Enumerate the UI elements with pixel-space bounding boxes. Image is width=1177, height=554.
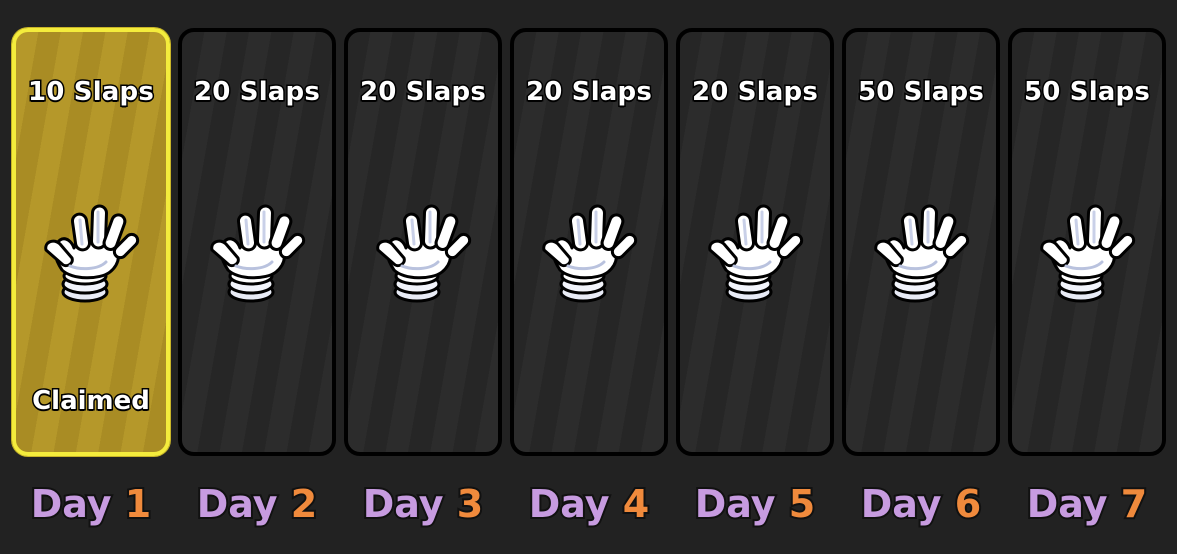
reward-card-day-6[interactable]: 50 Slaps [842,28,1000,456]
daily-rewards-row: 10 Slaps Claimed 20 Slaps 20 Slaps 20 Sl… [12,28,1168,460]
day-word: Day [859,480,944,528]
reward-amount: 20 Slaps [358,76,487,109]
day-word: Day [195,480,280,528]
reward-card-day-3[interactable]: 20 Slaps [344,28,502,456]
reward-card-day-4[interactable]: 20 Slaps [510,28,668,456]
day-label-6: Day 6 [842,474,1000,534]
day-label-2: Day 2 [178,474,336,534]
day-word: Day [693,480,778,528]
reward-card-day-1[interactable]: 10 Slaps Claimed [12,28,170,456]
day-number: 3 [455,480,486,528]
reward-card-day-7[interactable]: 50 Slaps [1008,28,1166,456]
day-word: Day [361,480,446,528]
day-number: 2 [289,480,320,528]
day-word: Day [1025,480,1110,528]
reward-card-day-5[interactable]: 20 Slaps [676,28,834,456]
reward-amount: 20 Slaps [690,76,819,109]
day-label-4: Day 4 [510,474,668,534]
day-number: 7 [1119,480,1150,528]
glove-icon [372,200,482,310]
glove-icon [206,200,316,310]
glove-icon [870,200,980,310]
reward-amount: 20 Slaps [192,76,321,109]
day-number: 4 [621,480,652,528]
day-number: 1 [123,480,154,528]
day-label-5: Day 5 [676,474,834,534]
reward-card-day-2[interactable]: 20 Slaps [178,28,336,456]
day-number: 6 [953,480,984,528]
reward-amount: 50 Slaps [856,76,985,109]
glove-icon [40,200,150,310]
day-label-3: Day 3 [344,474,502,534]
day-word: Day [29,480,114,528]
day-number: 5 [787,480,818,528]
reward-amount: 20 Slaps [524,76,653,109]
claimed-status: Claimed [31,385,152,418]
day-word: Day [527,480,612,528]
glove-icon [704,200,814,310]
day-label-7: Day 7 [1008,474,1166,534]
glove-icon [538,200,648,310]
glove-icon [1036,200,1146,310]
day-label-1: Day 1 [12,474,170,534]
reward-amount: 50 Slaps [1022,76,1151,109]
reward-amount: 10 Slaps [26,76,155,109]
